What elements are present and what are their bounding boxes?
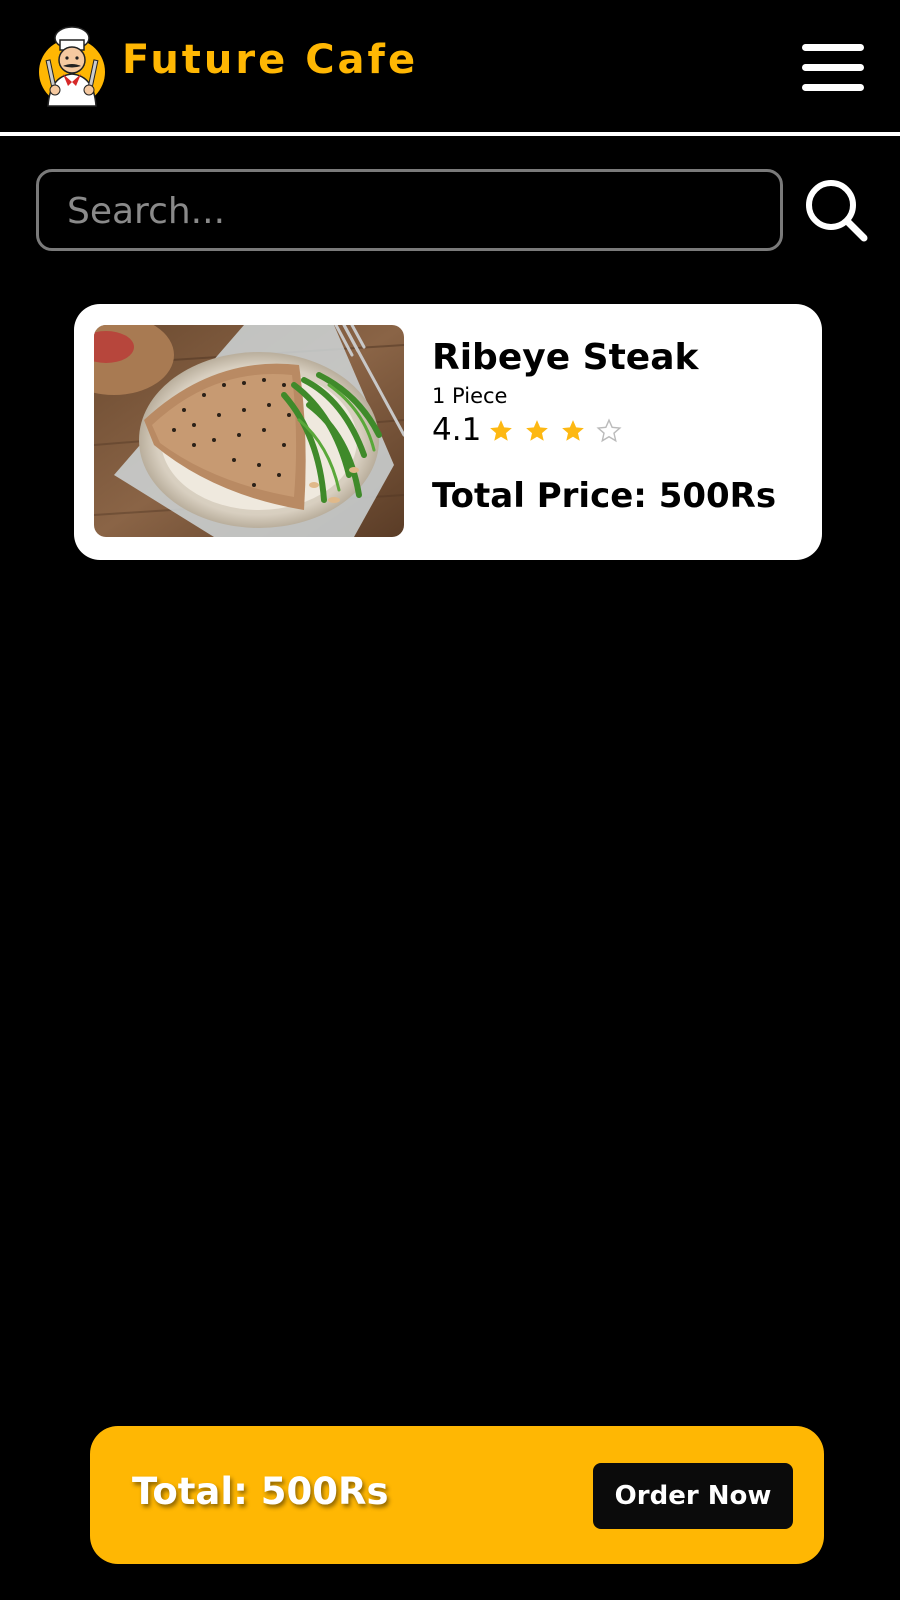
- order-summary-bar: Total: 500Rs Order Now: [90, 1426, 824, 1564]
- chef-logo-icon[interactable]: [36, 24, 108, 108]
- header-divider: [0, 132, 900, 136]
- order-now-button[interactable]: Order Now: [593, 1463, 793, 1529]
- steak-plate-image: [94, 325, 404, 537]
- brand-name: Future Cafe: [122, 37, 419, 83]
- hamburger-menu-icon[interactable]: [802, 44, 864, 92]
- rating-stars: [488, 418, 622, 446]
- star-empty-icon: [596, 418, 622, 443]
- item-quantity: 1 Piece: [432, 384, 508, 408]
- star-filled-icon: [490, 420, 512, 441]
- item-total-price: Total Price: 500Rs: [432, 476, 777, 516]
- search-input[interactable]: [65, 180, 759, 242]
- search-icon[interactable]: [804, 178, 868, 242]
- cart-item-card[interactable]: Ribeye Steak 1 Piece 4.1 Total Price: 50…: [74, 304, 822, 560]
- star-filled-icon: [526, 420, 548, 441]
- search-field[interactable]: [36, 169, 783, 251]
- item-name: Ribeye Steak: [432, 337, 699, 378]
- cart-total: Total: 500Rs: [132, 1470, 389, 1513]
- item-rating: 4.1: [432, 412, 482, 448]
- star-filled-icon: [562, 420, 584, 441]
- app-header: Future Cafe: [0, 0, 900, 132]
